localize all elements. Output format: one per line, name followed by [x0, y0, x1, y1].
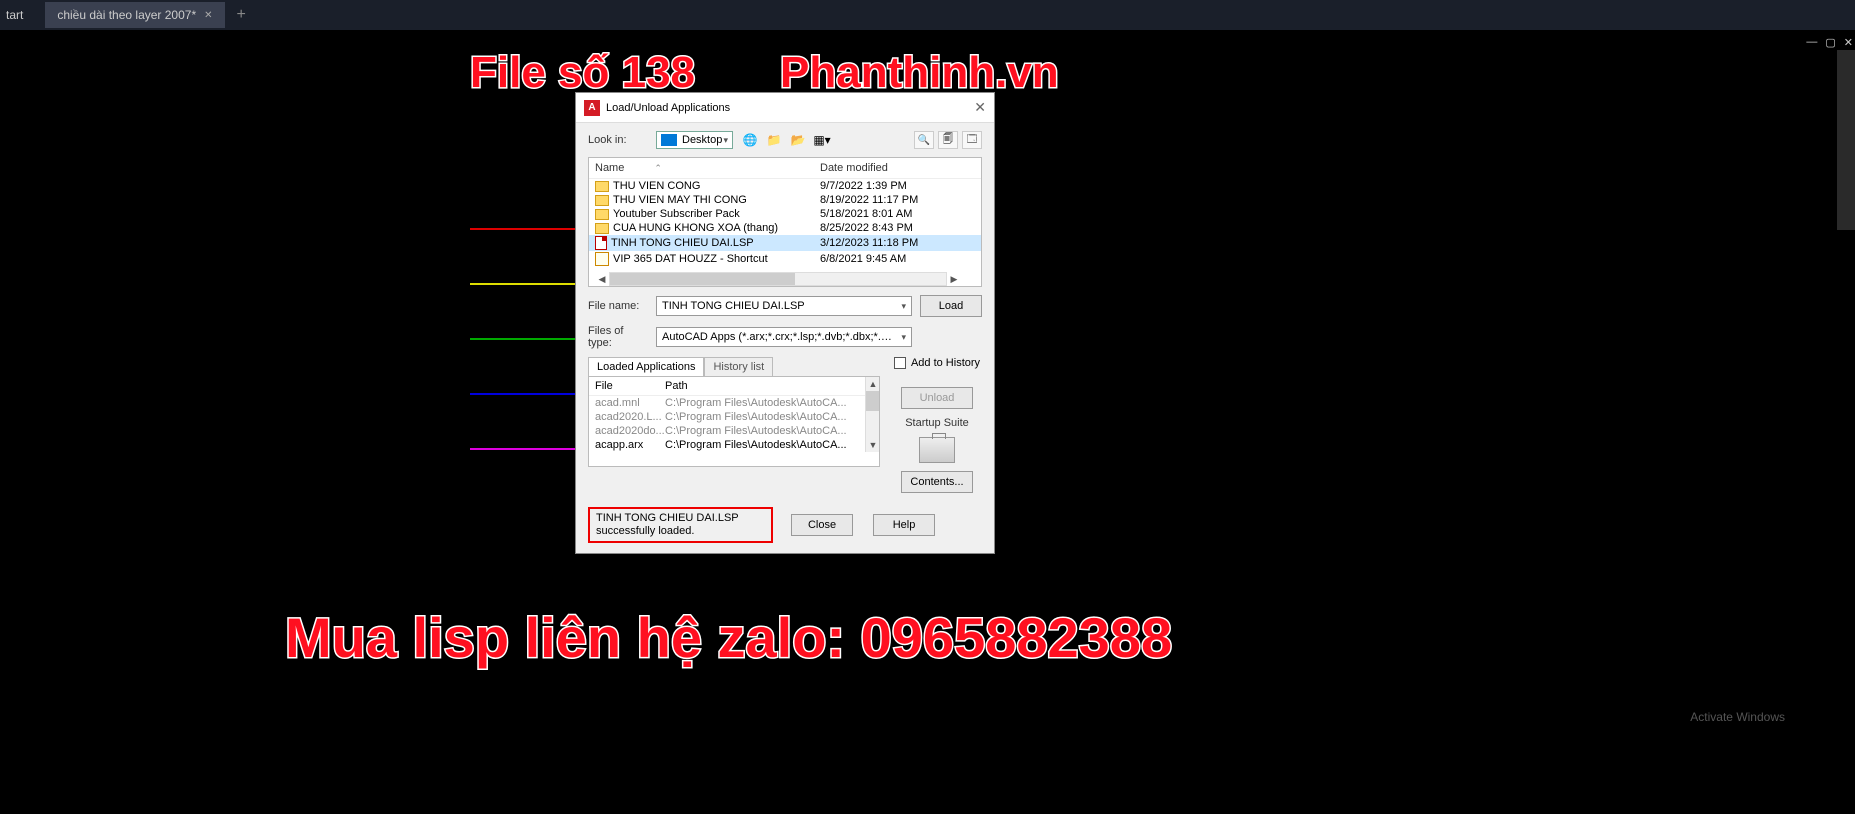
list-item[interactable]: Youtuber Subscriber Pack 5/18/2021 8:01 …: [589, 207, 981, 221]
list-item[interactable]: TINH TONG CHIEU DAI.LSP 3/12/2023 11:18 …: [589, 235, 981, 251]
chevron-down-icon: ▾: [901, 332, 906, 343]
startup-suite-label: Startup Suite: [905, 417, 969, 429]
loaded-tabs: Loaded Applications History list: [588, 357, 880, 377]
table-row[interactable]: acapp.arxC:\Program Files\Autodesk\AutoC…: [589, 438, 879, 452]
canvas-line: [470, 283, 575, 285]
chevron-down-icon: ▾: [723, 135, 728, 146]
scroll-down-icon[interactable]: ▼: [866, 438, 880, 452]
tab-bar: tart chiều dài theo layer 2007* ✕ +: [0, 0, 1855, 30]
back-icon[interactable]: 🌐: [741, 131, 759, 149]
add-to-history-checkbox[interactable]: Add to History: [894, 357, 980, 369]
filename-input[interactable]: TINH TONG CHIEU DAI.LSP▾: [656, 296, 912, 316]
checkbox-icon: [894, 357, 906, 369]
canvas-line: [470, 338, 575, 340]
dialog-close-icon[interactable]: ✕: [974, 99, 986, 116]
lookin-combo[interactable]: Desktop ▾: [656, 131, 733, 149]
overlay-title-2: Phanthinh.vn: [780, 48, 1059, 98]
activate-windows-watermark: Activate Windows: [1690, 710, 1785, 724]
views-icon[interactable]: ▦▾: [813, 131, 831, 149]
vertical-scrollbar[interactable]: ▲ ▼: [865, 377, 879, 452]
dialog-title: Load/Unload Applications: [606, 102, 730, 114]
canvas-line: [470, 228, 575, 230]
tab-loaded-apps[interactable]: Loaded Applications: [588, 357, 704, 376]
folder-icon: [595, 195, 609, 206]
new-folder-icon[interactable]: 📂: [789, 131, 807, 149]
scroll-left-icon[interactable]: ◀: [595, 272, 609, 286]
find-icon[interactable]: 🔍: [914, 131, 934, 149]
minimize-icon[interactable]: —: [1806, 36, 1817, 49]
add-tab-button[interactable]: +: [227, 6, 256, 24]
loaded-list-header[interactable]: File Path: [589, 377, 879, 396]
folder-icon: [595, 209, 609, 220]
scroll-right-icon[interactable]: ▶: [947, 272, 961, 286]
tab-history[interactable]: History list: [704, 357, 773, 376]
close-button[interactable]: Close: [791, 514, 853, 536]
table-row[interactable]: acad2020do...C:\Program Files\Autodesk\A…: [589, 424, 879, 438]
drive-icon: [661, 134, 677, 146]
horizontal-scrollbar[interactable]: ◀ ▶: [595, 272, 961, 286]
table-row[interactable]: acad2020.L...C:\Program Files\Autodesk\A…: [589, 410, 879, 424]
window-controls: — ▢ ✕: [1806, 36, 1853, 49]
filetype-combo[interactable]: AutoCAD Apps (*.arx;*.crx;*.lsp;*.dvb;*.…: [656, 327, 912, 347]
table-row[interactable]: acad.mnlC:\Program Files\Autodesk\AutoCA…: [589, 396, 879, 410]
filetype-label: Files of type:: [588, 325, 648, 349]
chevron-down-icon: ▾: [901, 301, 906, 312]
shortcut-icon: [595, 252, 609, 266]
list-item[interactable]: THU VIEN MAY THI CONG 8/19/2022 11:17 PM: [589, 193, 981, 207]
file-list[interactable]: Name⌃ Date modified THU VIEN CONG 9/7/20…: [588, 157, 982, 287]
right-palette: [1837, 50, 1855, 230]
scroll-up-icon[interactable]: ▲: [866, 377, 880, 391]
canvas-line: [470, 393, 575, 395]
unload-button[interactable]: Unload: [901, 387, 973, 409]
loaded-apps-list[interactable]: File Path acad.mnlC:\Program Files\Autod…: [588, 377, 880, 467]
folder-icon: [595, 181, 609, 192]
tab-start[interactable]: tart: [0, 2, 43, 28]
dialog-titlebar[interactable]: A Load/Unload Applications ✕: [576, 93, 994, 123]
close-icon[interactable]: ✕: [1844, 36, 1853, 49]
help-button[interactable]: Help: [873, 514, 935, 536]
folder-icon: [595, 223, 609, 234]
briefcase-icon[interactable]: [919, 437, 955, 463]
load-unload-dialog: A Load/Unload Applications ✕ Look in: De…: [575, 92, 995, 554]
canvas-line: [470, 448, 575, 450]
contents-button[interactable]: Contents...: [901, 471, 973, 493]
close-icon[interactable]: ✕: [204, 10, 212, 21]
list-item[interactable]: THU VIEN CONG 9/7/2022 1:39 PM: [589, 179, 981, 193]
autocad-icon: A: [584, 100, 600, 116]
overlay-footer: Mua lisp liên hệ zalo: 0965882388: [285, 605, 1172, 670]
load-button[interactable]: Load: [920, 295, 982, 317]
list-item[interactable]: VIP 365 DAT HOUZZ - Shortcut 6/8/2021 9:…: [589, 251, 981, 267]
tool-icon[interactable]: 🗐: [938, 131, 958, 149]
up-icon[interactable]: 📁: [765, 131, 783, 149]
list-item[interactable]: CUA HUNG KHONG XOA (thang) 8/25/2022 8:4…: [589, 221, 981, 235]
status-message: TINH TONG CHIEU DAI.LSP successfully loa…: [588, 507, 773, 543]
tool-icon[interactable]: 🗔: [962, 131, 982, 149]
tab-file[interactable]: chiều dài theo layer 2007* ✕: [45, 2, 224, 28]
file-list-header[interactable]: Name⌃ Date modified: [589, 158, 981, 179]
lsp-file-icon: [595, 236, 607, 250]
restore-icon[interactable]: ▢: [1825, 36, 1835, 49]
filename-label: File name:: [588, 300, 648, 312]
drawing-canvas-lines: [470, 228, 575, 503]
lookin-label: Look in:: [588, 134, 648, 146]
overlay-title-1: File số 138: [470, 48, 695, 98]
